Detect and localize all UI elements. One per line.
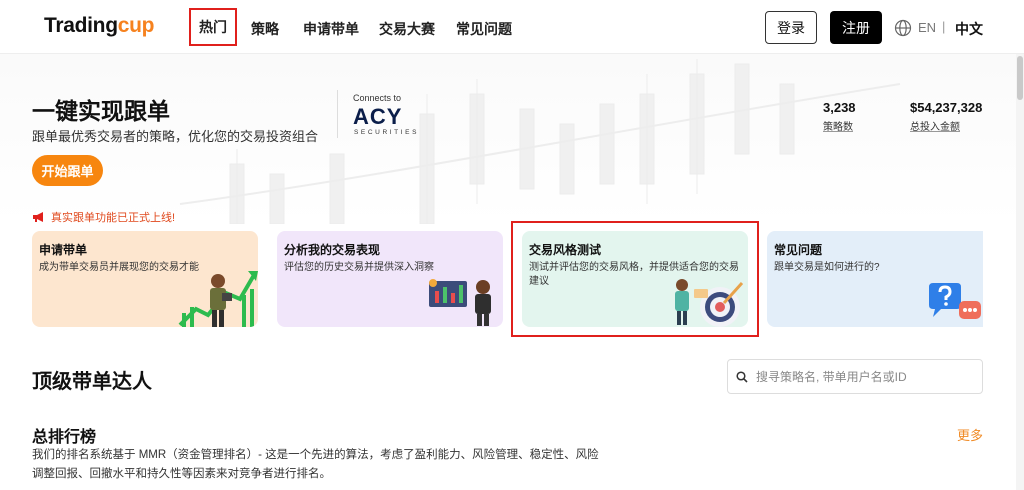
card-desc: 跟单交易是如何进行的? <box>774 262 880 273</box>
strategy-search-box[interactable] <box>727 359 983 394</box>
stat-total-invest: $54,237,328 <box>910 100 983 115</box>
card-desc: 成为带单交易员并展现您的交易才能 <box>39 262 199 273</box>
nav-trading-contest[interactable]: 交易大赛 <box>379 19 435 39</box>
lang-zh[interactable]: 中文 <box>955 19 983 39</box>
globe-icon[interactable] <box>894 19 912 37</box>
start-copy-trading-button[interactable]: 开始跟单 <box>32 155 103 186</box>
login-button[interactable]: 登录 <box>765 11 817 44</box>
card-faq[interactable]: 常见问题 跟单交易是如何进行的? <box>767 231 983 327</box>
megaphone-icon <box>33 212 43 222</box>
register-button[interactable]: 注册 <box>830 11 882 44</box>
launch-notice-text: 真实跟单功能已正式上线! <box>51 212 176 224</box>
nav-apply-lead[interactable]: 申请带单 <box>303 19 359 39</box>
lang-separator: | <box>942 19 946 34</box>
card-title: 分析我的交易表现 <box>284 243 381 257</box>
analyst-board-illustration <box>429 279 491 326</box>
card-analyze-performance[interactable]: 分析我的交易表现 评估您的历史交易并提供深入洞察 <box>277 231 503 327</box>
target-dartboard-illustration <box>675 279 744 327</box>
acy-securities-logo: ACY <box>353 104 403 129</box>
lang-en[interactable]: EN <box>918 20 936 35</box>
card-apply-lead[interactable]: 申请带单 成为带单交易员并展现您的交易才能 <box>32 231 258 327</box>
acy-securities-subtext: SECURITIES <box>354 129 420 136</box>
scrollbar-thumb[interactable] <box>1017 56 1023 100</box>
connects-to-label: Connects to <box>353 93 402 103</box>
hero-subtitle: 跟单最优秀交易者的策略，优化您的交易投资组合 <box>32 129 319 144</box>
question-bubble-illustration <box>929 283 981 319</box>
nav-faq[interactable]: 常见问题 <box>456 19 512 39</box>
card-title: 交易风格测试 <box>529 243 602 257</box>
nav-hot[interactable]: 热门 <box>189 8 237 46</box>
card-title: 申请带单 <box>39 243 88 257</box>
stat-strategy-count: 3,238 <box>823 100 856 115</box>
nav-strategy[interactable]: 策略 <box>251 19 279 39</box>
search-icon <box>736 371 748 383</box>
top-navigation-bar: Tradingcup 热门 策略 申请带单 交易大赛 常见问题 登录 注册 EN… <box>0 0 1024 54</box>
stat-strategy-label[interactable]: 策略数 <box>823 118 853 133</box>
tradingcup-logo[interactable]: Tradingcup <box>44 14 154 38</box>
page-scrollbar[interactable] <box>1016 54 1024 490</box>
leaderboard-description: 我们的排名系统基于 MMR（资金管理排名）- 这是一个先进的算法，考虑了盈利能力… <box>32 449 599 480</box>
top-leaders-title: 顶级带单达人 <box>32 371 152 393</box>
card-desc: 评估您的历史交易并提供深入洞察 <box>284 262 434 273</box>
hero-divider <box>337 90 338 138</box>
hero-title: 一键实现跟单 <box>32 98 170 124</box>
card-style-test[interactable]: 交易风格测试 测试并评估您的交易风格，并提供适合您的交易建议 <box>522 231 748 327</box>
card-title: 常见问题 <box>774 243 823 257</box>
stat-total-invest-label[interactable]: 总投入金额 <box>910 118 960 133</box>
launch-notice[interactable]: 真实跟单功能已正式上线! <box>32 209 175 225</box>
trader-chart-illustration <box>178 271 258 327</box>
strategy-search-input[interactable] <box>756 367 976 387</box>
more-link[interactable]: 更多 <box>957 425 983 444</box>
overall-leaderboard-title: 总排行榜 <box>32 429 97 446</box>
